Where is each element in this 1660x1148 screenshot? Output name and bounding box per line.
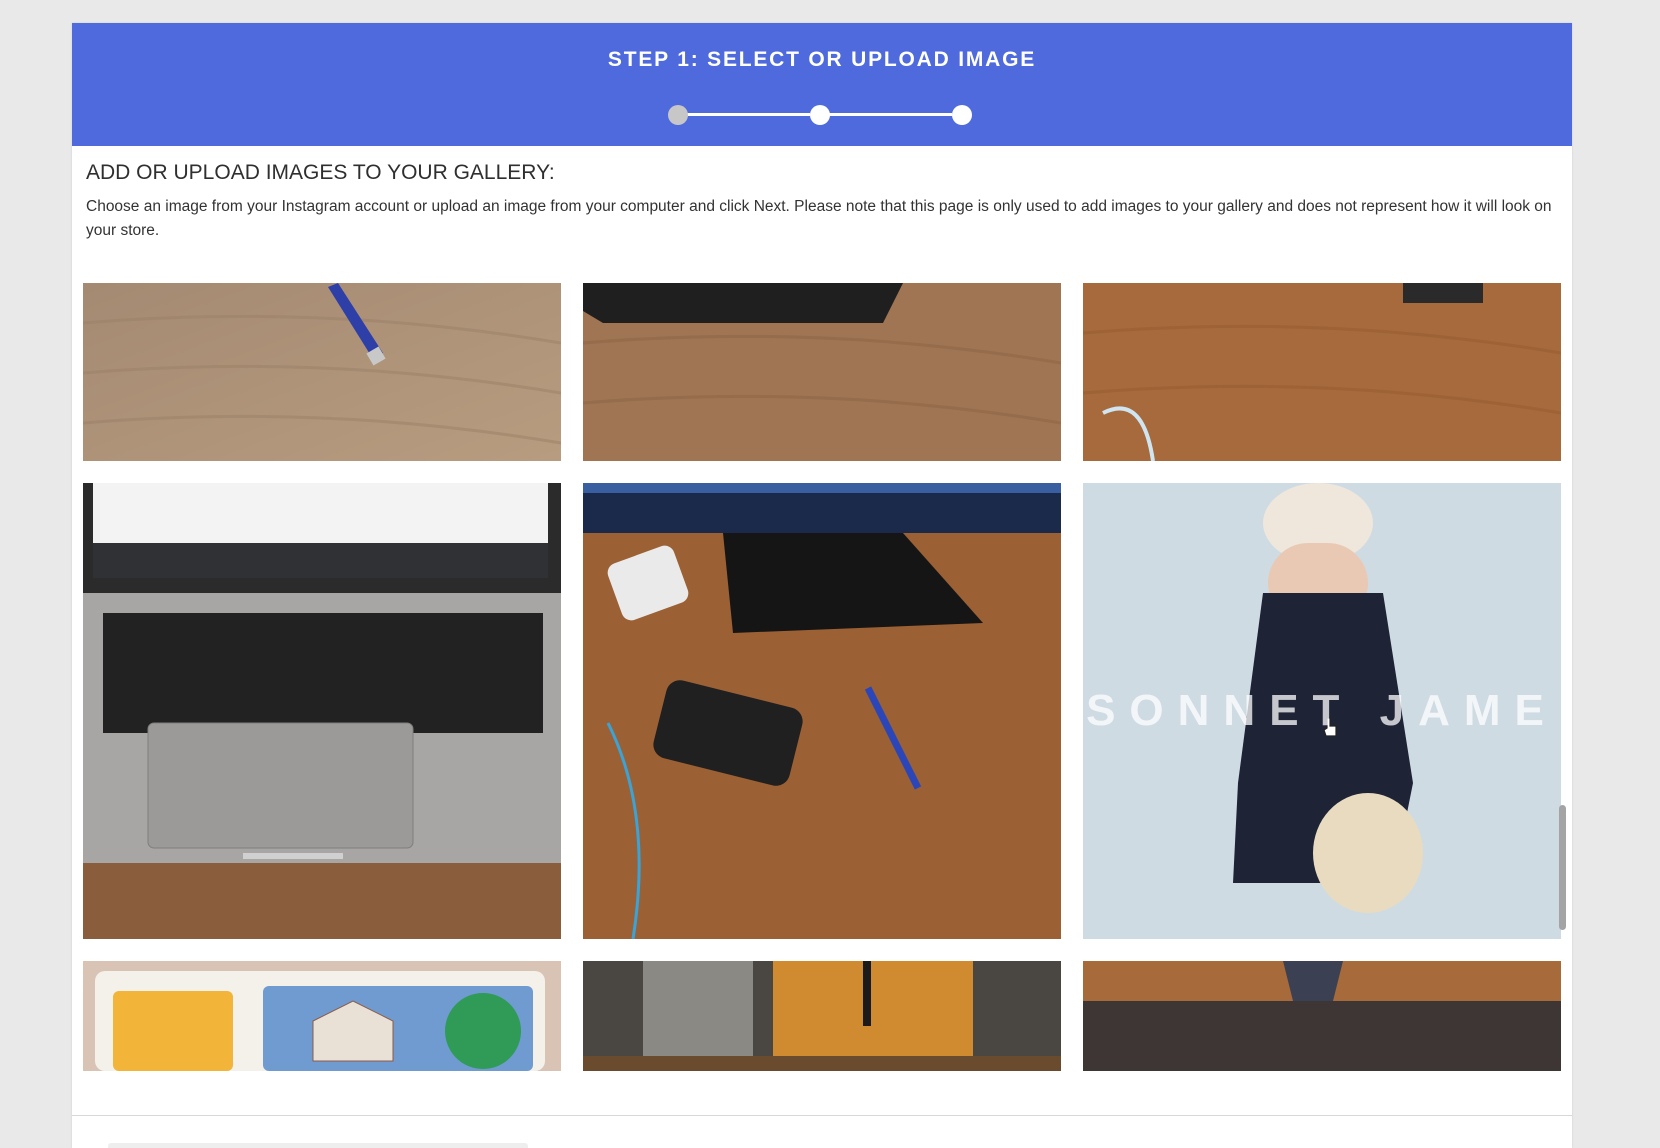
progress-line-1 — [686, 113, 810, 116]
image-watermark: SONNET JAME — [1086, 686, 1558, 735]
footer-divider — [72, 1115, 1572, 1116]
gallery-instructions: Choose an image from your Instagram acco… — [86, 198, 1552, 239]
progress-step-2-dot — [810, 105, 830, 125]
gallery-image-1[interactable] — [83, 283, 561, 461]
gallery-image-7[interactable] — [83, 961, 561, 1071]
gallery-image-2[interactable] — [583, 283, 1061, 461]
upload-panel: STEP 1: SELECT OR UPLOAD IMAGE ADD OR UP… — [72, 23, 1572, 1148]
footer-placeholder — [108, 1143, 528, 1148]
toy-photo — [83, 961, 561, 1071]
cable-on-desk-photo — [1083, 283, 1561, 461]
gallery-image-5[interactable] — [583, 483, 1061, 939]
image-gallery: SONNET JAME — [83, 283, 1561, 1096]
stand-photo — [1083, 961, 1561, 1071]
gallery-image-4[interactable] — [83, 483, 561, 939]
gallery-image-8[interactable] — [583, 961, 1061, 1071]
gallery-image-9[interactable] — [1083, 961, 1561, 1071]
step-header: STEP 1: SELECT OR UPLOAD IMAGE — [72, 23, 1572, 146]
step-title: STEP 1: SELECT OR UPLOAD IMAGE — [607, 48, 1037, 71]
page-scrollbar[interactable] — [1559, 805, 1566, 930]
drinks-photo — [583, 961, 1061, 1071]
pen-on-desk-photo — [83, 283, 561, 461]
laptop-photo — [83, 483, 561, 939]
gallery-image-6[interactable]: SONNET JAME — [1083, 483, 1561, 939]
desk-with-monitor-photo — [583, 483, 1061, 939]
device-on-desk-photo — [583, 283, 1061, 461]
progress-line-2 — [828, 113, 952, 116]
progress-step-1-dot — [668, 105, 688, 125]
progress-step-3-dot — [952, 105, 972, 125]
step-progress — [668, 103, 978, 127]
gallery-heading: ADD OR UPLOAD IMAGES TO YOUR GALLERY: — [86, 161, 555, 184]
gallery-image-3[interactable] — [1083, 283, 1561, 461]
